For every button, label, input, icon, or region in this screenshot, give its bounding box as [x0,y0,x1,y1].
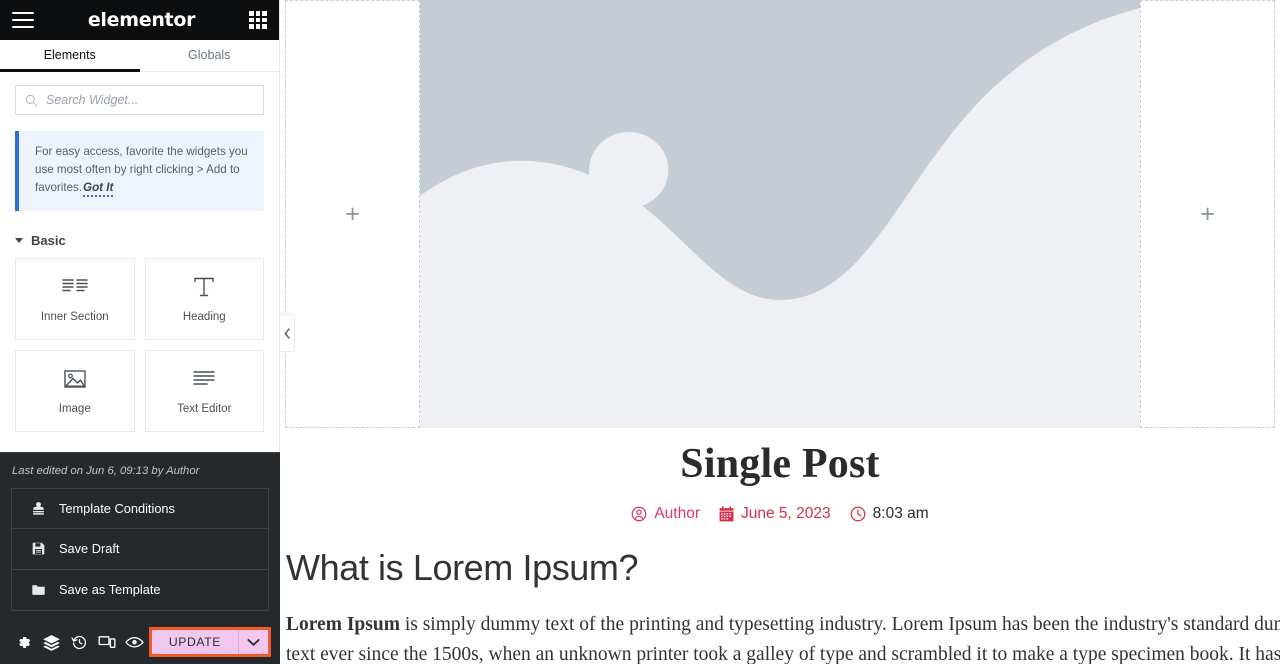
preview-eye-icon[interactable] [121,620,149,664]
settings-gear-icon[interactable] [10,620,38,664]
update-button[interactable]: UPDATE [152,630,238,654]
tab-globals[interactable]: Globals [140,40,280,72]
grid-apps-icon[interactable] [249,11,267,29]
article-paragraph: Lorem Ipsum is simply dummy text of the … [286,610,1280,664]
plus-icon[interactable]: + [345,201,360,227]
chevron-left-icon [284,327,290,339]
hero-right-column[interactable]: + [1140,0,1275,428]
favorites-notice: For easy access, favorite the widgets yo… [15,131,264,211]
save-options-panel: Last edited on Jun 6, 09:13 by Author Te… [0,451,280,664]
panel-tabs: Elements Globals [0,40,279,72]
tab-elements[interactable]: Elements [0,40,140,72]
featured-image-placeholder[interactable] [420,0,1140,428]
inner-section-icon [62,274,88,300]
category-title: Basic [31,232,66,248]
panel-collapse-handle[interactable] [280,314,295,352]
favorites-notice-text: For easy access, favorite the widgets yo… [35,145,248,194]
heading-t-icon [191,274,217,300]
search-section [0,72,279,115]
widget-inner-section[interactable]: Inner Section [15,257,135,340]
hero-image-column[interactable] [420,0,1140,428]
responsive-devices-icon[interactable] [93,620,121,664]
meta-date[interactable]: June 5, 2023 [719,505,831,523]
landscape-placeholder-graphic [420,0,1140,428]
editor-canvas: + + Single Post Author June 5, 2023 8:03… [280,0,1280,664]
user-circle-icon [631,506,647,522]
last-edited-text: Last edited on Jun 6, 09:13 by Author [12,464,200,477]
widget-label: Image [58,403,91,416]
search-icon [25,94,38,106]
save-options-menu: Template Conditions Save Draft Save as T… [11,487,269,611]
text-editor-icon [191,366,217,392]
history-clock-icon[interactable] [66,620,94,664]
post-meta: Author June 5, 2023 8:03 am [280,505,1280,523]
article-lead: Lorem Ipsum [286,614,400,635]
hamburger-icon[interactable] [12,12,34,28]
menu-item-save-as-template[interactable]: Save as Template [12,570,268,611]
update-button-group[interactable]: UPDATE [148,627,271,657]
floppy-disk-icon [30,541,46,556]
panel-header: elementor [0,0,279,40]
image-icon [62,366,88,392]
article-line-1: is simply dummy text of the printing and… [399,614,1280,635]
meta-time-label: 8:03 am [872,505,929,522]
elementor-editor: elementor Elements Globals For easy [0,0,1280,664]
update-options-chevron-down-icon[interactable] [238,630,268,654]
menu-item-label: Template Conditions [59,500,175,516]
widget-label: Inner Section [40,311,109,324]
plus-icon[interactable]: + [1200,201,1215,227]
elementor-logo: elementor [87,9,196,31]
clock-icon [850,506,866,522]
hero-left-column[interactable]: + [285,0,420,428]
widget-label: Text Editor [177,403,232,416]
menu-item-template-conditions[interactable]: Template Conditions [12,489,268,529]
editor-footer-bar: UPDATE [0,620,280,664]
meta-author[interactable]: Author [631,505,700,523]
category-basic-header[interactable]: Basic [0,211,279,258]
post-content: What is Lorem Ipsum? Lorem Ipsum is simp… [280,523,1280,664]
stamp-icon [30,501,46,516]
elementor-left-panel: elementor Elements Globals For easy [0,0,295,664]
navigator-layers-icon[interactable] [38,620,66,664]
meta-date-label: June 5, 2023 [741,505,831,522]
widget-heading[interactable]: Heading [144,257,264,340]
meta-author-label: Author [654,505,700,522]
widget-image[interactable]: Image [15,349,135,432]
widget-label: Heading [182,311,226,324]
article-line-2: text ever since the 1500s, when an unkno… [286,644,1280,664]
meta-time: 8:03 am [850,505,929,523]
post-header: Single Post Author June 5, 2023 8:03 am [280,440,1280,523]
search-input[interactable] [46,93,254,107]
calendar-icon [719,506,734,522]
chevron-down-icon [15,237,23,243]
article-heading: What is Lorem Ipsum? [286,547,639,588]
menu-item-label: Save as Template [59,582,161,598]
favorites-notice-section: For easy access, favorite the widgets yo… [0,115,279,211]
folder-icon [30,582,46,597]
page-title: Single Post [680,441,880,487]
search-box[interactable] [15,85,264,115]
hero-section: + + [280,0,1280,428]
menu-item-save-draft[interactable]: Save Draft [12,529,268,570]
widget-text-editor[interactable]: Text Editor [144,349,264,432]
got-it-link[interactable]: Got It [83,180,114,197]
menu-item-label: Save Draft [59,541,120,557]
